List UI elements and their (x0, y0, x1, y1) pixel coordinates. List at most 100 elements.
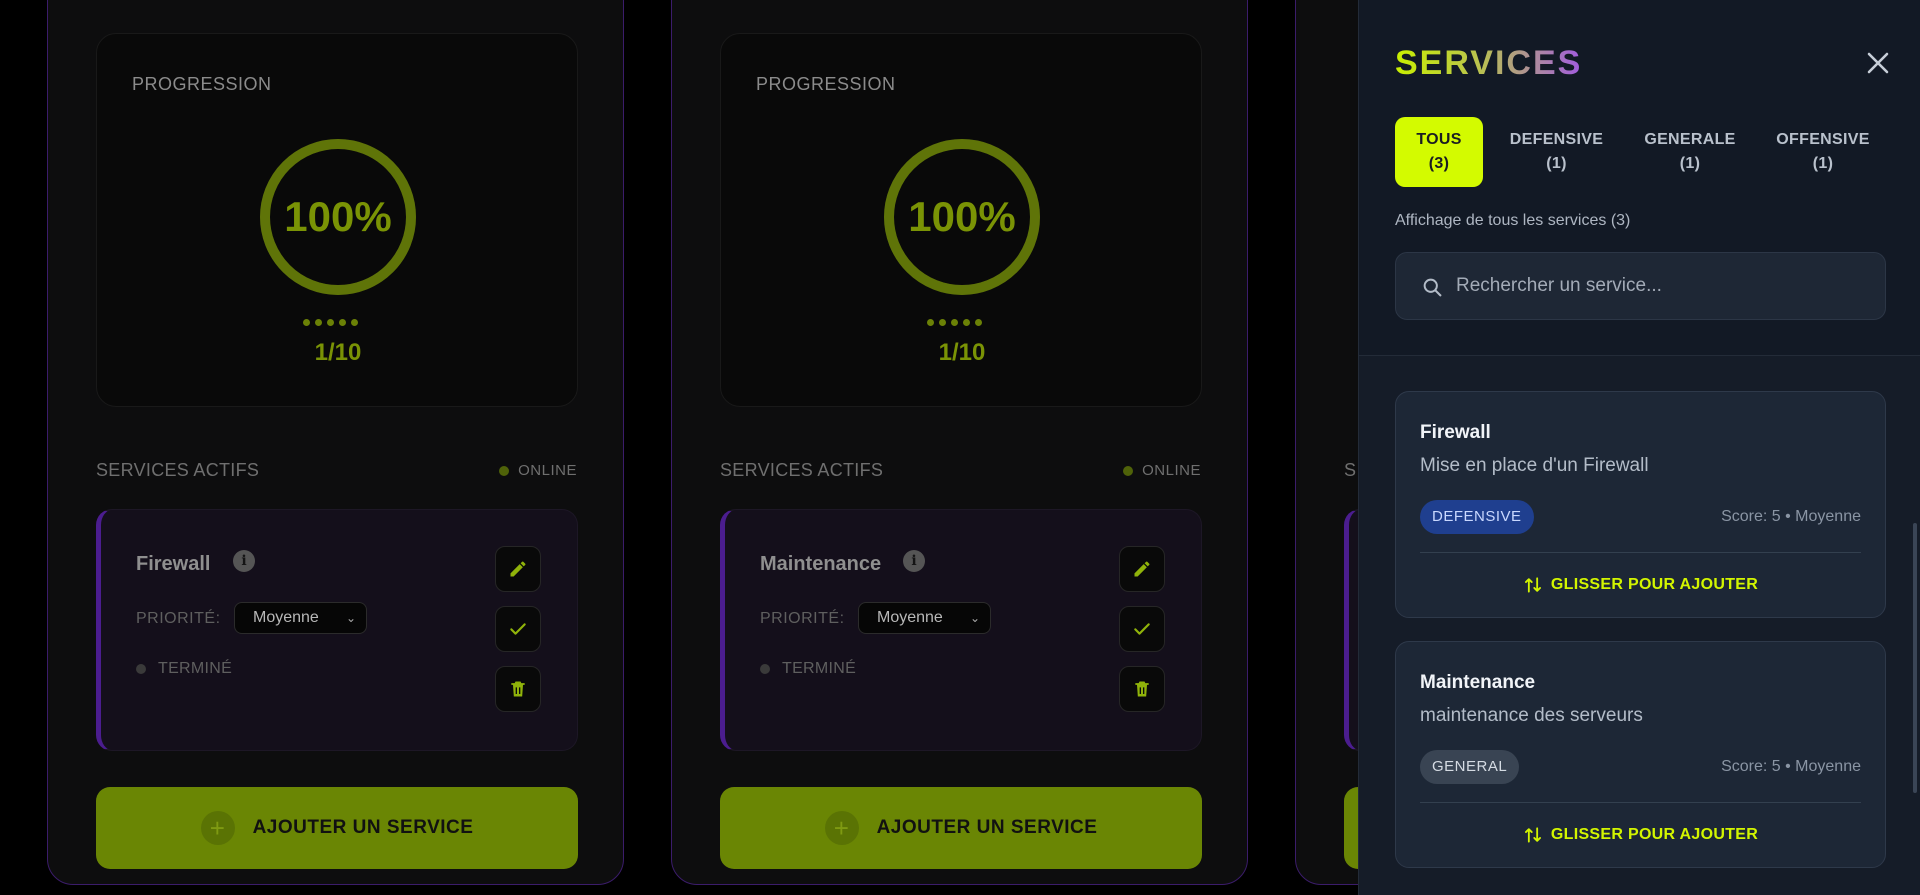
tab-count: (1) (1679, 155, 1701, 172)
add-service-label: AJOUTER UN SERVICE (252, 817, 474, 838)
tab-name: TOUS (1416, 131, 1462, 148)
service-item-description: maintenance des serveurs (1420, 705, 1643, 726)
tab-name: GENERALE (1644, 131, 1736, 148)
drag-handle[interactable]: GLISSER POUR AJOUTER (1396, 825, 1885, 845)
add-service-button[interactable]: + AJOUTER UN SERVICE (720, 787, 1202, 869)
tab-name: OFFENSIVE (1776, 131, 1870, 148)
progress-dots (927, 319, 982, 326)
service-item-title: Firewall (1420, 422, 1491, 443)
section-label: SERVICES ACTIFS (96, 460, 260, 480)
service-list-item[interactable]: Firewall Mise en place d'un Firewall DEF… (1395, 391, 1886, 618)
drag-label: GLISSER POUR AJOUTER (1550, 576, 1759, 593)
chevron-down-icon: ⌄ (345, 611, 356, 625)
service-item-meta: Score: 5 • Moyenne (1721, 758, 1861, 775)
close-icon[interactable] (1863, 48, 1893, 78)
progress-label: PROGRESSION (756, 74, 896, 94)
status-label: TERMINÉ (158, 660, 233, 677)
swap-vertical-icon (1524, 577, 1541, 593)
progress-ratio: 1/10 (314, 339, 362, 366)
service-item-description: Mise en place d'un Firewall (1420, 455, 1649, 476)
online-dot (1123, 465, 1134, 476)
priority-value: Moyenne (253, 609, 319, 626)
active-service-card[interactable]: Firewall i PRIORITÉ: Moyenne ⌄ TERMINÉ (96, 509, 578, 751)
panel-header: SERVICES TOUS (3) DEFENSIVE (1) GENERALE… (1359, 0, 1920, 356)
progress-ratio: 1/10 (938, 339, 986, 366)
complete-button[interactable] (1119, 606, 1165, 652)
tab-count: (1) (1546, 155, 1567, 172)
swap-vertical-icon (1524, 827, 1541, 843)
chevron-down-icon: ⌄ (969, 611, 980, 625)
active-service-card[interactable]: Maintenance i PRIORITÉ: Moyenne ⌄ TERMINÉ (720, 509, 1202, 751)
category-badge: GENERAL (1420, 750, 1520, 784)
search-icon (1423, 278, 1442, 297)
service-title: Firewall (136, 553, 211, 575)
check-icon (510, 623, 526, 635)
add-service-label: AJOUTER UN SERVICE (876, 817, 1098, 838)
tab-count: (1) (1812, 155, 1834, 172)
drag-label: GLISSER POUR AJOUTER (1550, 826, 1759, 843)
service-list-item[interactable]: Maintenance maintenance des serveurs GEN… (1395, 641, 1886, 868)
trash-icon (511, 681, 525, 697)
progress-box: PROGRESSION 100% 1/10 (720, 33, 1202, 407)
pencil-icon (510, 561, 526, 577)
online-dot (499, 465, 510, 476)
progress-percent: 100% (284, 193, 392, 240)
tab-generale[interactable]: GENERALE (1) (1630, 117, 1750, 187)
info-icon[interactable]: i (903, 550, 925, 572)
divider (1420, 802, 1861, 803)
section-label: S (1344, 460, 1357, 480)
delete-button[interactable] (1119, 666, 1165, 712)
drag-handle[interactable]: GLISSER POUR AJOUTER (1396, 575, 1885, 595)
progress-box: PROGRESSION 100% 1/10 (96, 33, 578, 407)
panel-title: SERVICES (1395, 44, 1583, 82)
online-label: ONLINE (1142, 462, 1201, 479)
priority-select[interactable]: Moyenne ⌄ (234, 602, 367, 634)
service-status: TERMINÉ (136, 660, 232, 678)
plus-icon: + (200, 811, 235, 845)
search-box (1395, 252, 1886, 320)
complete-button[interactable] (495, 606, 541, 652)
divider (1420, 552, 1861, 553)
service-item-meta: Score: 5 • Moyenne (1721, 508, 1861, 525)
status-dot (136, 664, 146, 674)
service-status: TERMINÉ (760, 660, 856, 678)
priority-label: PRIORITÉ: (136, 610, 221, 627)
tab-defensive[interactable]: DEFENSIVE (1) (1483, 117, 1630, 187)
priority-value: Moyenne (877, 609, 943, 626)
progress-percent: 100% (908, 193, 1016, 240)
app-stage: PROGRESSION 100% 1/10 SERVICES ACTIFS ON… (0, 0, 1920, 895)
services-panel: SERVICES TOUS (3) DEFENSIVE (1) GENERALE… (1358, 0, 1920, 895)
tab-offensive[interactable]: OFFENSIVE (1) (1750, 117, 1896, 187)
status-dot (760, 664, 770, 674)
online-status: ONLINE (499, 462, 577, 479)
tab-tous[interactable]: TOUS (3) (1395, 117, 1483, 187)
add-service-button[interactable]: + AJOUTER UN SERVICE (96, 787, 578, 869)
online-label: ONLINE (518, 462, 577, 479)
edit-button[interactable] (1119, 546, 1165, 592)
tab-count: (3) (1428, 155, 1450, 172)
priority-label: PRIORITÉ: (760, 610, 845, 627)
service-title: Maintenance (760, 553, 882, 575)
panel-scrollbar[interactable] (1913, 523, 1917, 793)
check-icon (1134, 623, 1150, 635)
team-card-1: PROGRESSION 100% 1/10 SERVICES ACTIFS ON… (47, 0, 624, 885)
tab-name: DEFENSIVE (1509, 131, 1604, 148)
service-item-title: Maintenance (1420, 672, 1536, 693)
section-label: SERVICES ACTIFS (720, 460, 884, 480)
delete-button[interactable] (495, 666, 541, 712)
info-icon[interactable]: i (233, 550, 255, 572)
progress-label: PROGRESSION (132, 74, 272, 94)
category-tabs: TOUS (3) DEFENSIVE (1) GENERALE (1) OFFE… (1395, 117, 1896, 187)
filter-info: Affichage de tous les services (3) (1395, 212, 1631, 229)
plus-icon: + (824, 811, 859, 845)
pencil-icon (1134, 561, 1150, 577)
edit-button[interactable] (495, 546, 541, 592)
status-label: TERMINÉ (782, 660, 857, 677)
progress-dots (303, 319, 358, 326)
priority-select[interactable]: Moyenne ⌄ (858, 602, 991, 634)
online-status: ONLINE (1123, 462, 1201, 479)
category-badge: DEFENSIVE (1420, 500, 1534, 534)
team-card-2: PROGRESSION 100% 1/10 SERVICES ACTIFS ON… (671, 0, 1248, 885)
search-input[interactable] (1454, 253, 1864, 319)
trash-icon (1135, 681, 1149, 697)
